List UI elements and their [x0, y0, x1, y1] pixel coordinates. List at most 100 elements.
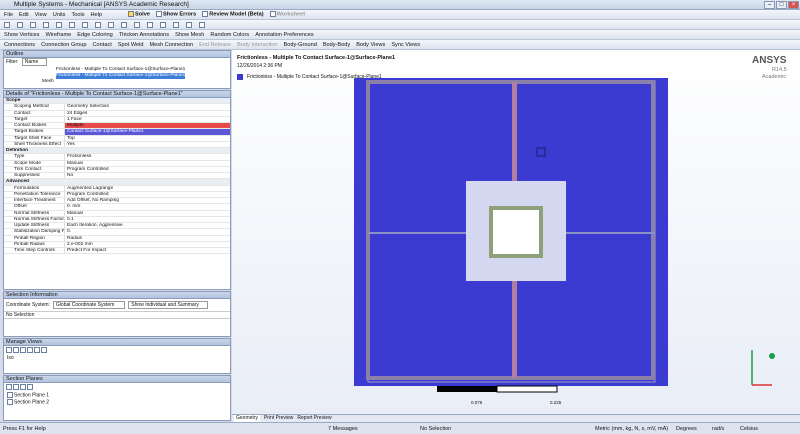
- show-summary-select[interactable]: Show Individual and Summary: [128, 301, 208, 309]
- tab-print-preview[interactable]: Print Preview: [264, 415, 293, 422]
- coord-select[interactable]: Global Coordinate System: [52, 301, 126, 309]
- extend-icon[interactable]: [134, 21, 140, 28]
- view-apply-icon[interactable]: [20, 347, 26, 353]
- section-plane-2[interactable]: Section Plane 2: [7, 398, 230, 406]
- edge-coloring-button[interactable]: Edge Coloring: [77, 32, 112, 38]
- details-value[interactable]: Each Iteration, Aggressive: [64, 223, 230, 229]
- body-interaction-button[interactable]: Body Interaction: [237, 42, 277, 48]
- tab-report-preview[interactable]: Report Preview: [297, 415, 331, 422]
- graphics-viewport[interactable]: Frictionless - Multiple To Contact Surfa…: [232, 50, 800, 414]
- edge-select-icon[interactable]: [160, 21, 166, 28]
- menu-file[interactable]: File: [4, 12, 13, 18]
- end-release-button[interactable]: End Release: [199, 42, 231, 48]
- details-value[interactable]: 2.e-002 mm: [64, 241, 230, 247]
- status-temperature[interactable]: Celsius: [740, 426, 758, 432]
- details-value[interactable]: Program Controlled: [64, 191, 230, 197]
- menu-edit[interactable]: Edit: [19, 12, 29, 18]
- body-views-button[interactable]: Body Views: [356, 42, 385, 48]
- details-value[interactable]: 0. mm: [64, 204, 230, 210]
- zoom-icon[interactable]: [43, 21, 49, 28]
- details-value[interactable]: Manual: [64, 210, 230, 216]
- details-value[interactable]: 0.1: [64, 216, 230, 222]
- maximize-button[interactable]: □: [776, 1, 787, 9]
- wireframe-button[interactable]: Wireframe: [45, 32, 71, 38]
- details-value[interactable]: 24 Edges: [64, 110, 230, 116]
- details-value[interactable]: Top: [64, 135, 230, 141]
- details-value[interactable]: Augmented Lagrange: [64, 185, 230, 191]
- thicken-annotations-button[interactable]: Thicken Annotations: [119, 32, 169, 38]
- solve-button[interactable]: Solve: [128, 11, 150, 18]
- worksheet-button[interactable]: Worksheet: [269, 11, 305, 18]
- details-value[interactable]: Geometry Selection: [64, 104, 230, 110]
- review-model-button[interactable]: Review Model (Beta): [202, 11, 264, 18]
- checkbox-icon[interactable]: [7, 398, 13, 405]
- next-view-icon[interactable]: [108, 21, 114, 28]
- random-colors-button[interactable]: Random Colors: [210, 32, 249, 38]
- body-ground-button[interactable]: Body-Ground: [284, 42, 317, 48]
- details-value[interactable]: 0.: [64, 229, 230, 235]
- details-value[interactable]: Yes: [64, 141, 230, 147]
- menu-view[interactable]: View: [35, 12, 47, 18]
- tree-item-mesh[interactable]: Mesh: [42, 79, 230, 85]
- previous-view-icon[interactable]: [95, 21, 101, 28]
- view-import-icon[interactable]: [41, 347, 47, 353]
- select-icon[interactable]: [4, 21, 10, 28]
- iso-view-icon[interactable]: [121, 21, 127, 28]
- section-add-icon[interactable]: [6, 384, 12, 390]
- vertex-select-icon[interactable]: [173, 21, 179, 28]
- sync-views-button[interactable]: Sync Views: [391, 42, 420, 48]
- contact-button[interactable]: Contact: [93, 42, 112, 48]
- details-value[interactable]: Predict For Impact: [64, 248, 230, 254]
- body-body-button[interactable]: Body-Body: [323, 42, 350, 48]
- details-value[interactable]: Radius: [64, 235, 230, 241]
- pan-icon[interactable]: [17, 21, 23, 28]
- minimize-button[interactable]: –: [764, 1, 775, 9]
- connection-group-button[interactable]: Connection Group: [41, 42, 86, 48]
- show-mesh-button[interactable]: Show Mesh: [175, 32, 204, 38]
- section-edit-icon[interactable]: [13, 384, 19, 390]
- face-select-icon[interactable]: [147, 21, 153, 28]
- magnifier-icon[interactable]: [82, 21, 88, 28]
- show-errors-button[interactable]: Show Errors: [155, 11, 196, 18]
- status-rad-s[interactable]: rad/s: [712, 426, 724, 432]
- zoom-box-icon[interactable]: [56, 21, 62, 28]
- close-button[interactable]: ×: [788, 1, 799, 9]
- details-value[interactable]: [114, 179, 230, 184]
- menu-units[interactable]: Units: [53, 12, 66, 18]
- details-value[interactable]: Add Offset, No Ramping: [64, 198, 230, 204]
- annotation-preferences-button[interactable]: Annotation Preferences: [255, 32, 313, 38]
- details-value[interactable]: Program Controlled: [64, 166, 230, 172]
- checkbox-icon[interactable]: [7, 391, 13, 398]
- tree-item-contact-selected[interactable]: Frictionless - Multiple To Contact Surfa…: [56, 73, 186, 79]
- details-value[interactable]: 1 Face: [64, 116, 230, 122]
- status-units[interactable]: Metric (mm, kg, N, s, mV, mA): [595, 426, 668, 432]
- details-value[interactable]: Frictionless: [64, 154, 230, 160]
- status-degrees[interactable]: Degrees: [676, 426, 697, 432]
- details-value[interactable]: Contact Surface-1@Surface-Plane1: [64, 129, 230, 135]
- show-vertices-button[interactable]: Show Vertices: [4, 32, 39, 38]
- section-toggle-icon[interactable]: [27, 384, 33, 390]
- view-add-icon[interactable]: [6, 347, 12, 353]
- mesh-connection-button[interactable]: Mesh Connection: [150, 42, 194, 48]
- tab-geometry[interactable]: Geometry: [234, 415, 260, 422]
- filter-select[interactable]: Name: [21, 58, 48, 66]
- spot-weld-button[interactable]: Spot Weld: [118, 42, 144, 48]
- menu-help[interactable]: Help: [91, 12, 103, 18]
- rotate-icon[interactable]: [30, 21, 36, 28]
- details-value[interactable]: Manual: [64, 160, 230, 166]
- section-delete-icon[interactable]: [20, 384, 26, 390]
- details-value[interactable]: No: [64, 173, 230, 179]
- details-value[interactable]: Multiple: [64, 123, 230, 129]
- details-row[interactable]: Time Step Controls Predict For Impact: [4, 248, 230, 255]
- details-value[interactable]: [114, 98, 230, 103]
- view-replace-icon[interactable]: [27, 347, 33, 353]
- body-select-icon[interactable]: [186, 21, 192, 28]
- view-export-icon[interactable]: [34, 347, 40, 353]
- status-messages[interactable]: 7 Messages: [328, 426, 358, 432]
- model-geometry[interactable]: [232, 50, 800, 414]
- section-plane-1[interactable]: Section Plane 1: [7, 391, 230, 399]
- view-delete-icon[interactable]: [13, 347, 19, 353]
- menu-tools[interactable]: Tools: [71, 12, 84, 18]
- clear-icon[interactable]: [199, 21, 205, 28]
- fit-icon[interactable]: [69, 21, 75, 28]
